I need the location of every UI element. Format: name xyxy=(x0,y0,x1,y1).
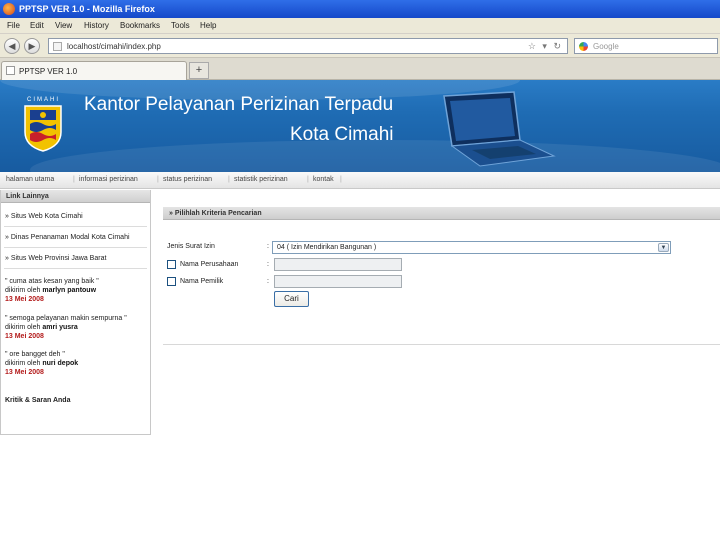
navigation-toolbar: ◀ ▶ localhost/cimahi/index.php ☆ ▾ ↻ Goo… xyxy=(0,34,720,58)
nama-pemilik-checkbox[interactable] xyxy=(167,277,176,286)
colon: : xyxy=(267,261,269,268)
jenis-surat-izin-select[interactable]: 04 ( Izin Mendirikan Bangunan ) ▼ xyxy=(272,241,671,254)
divider xyxy=(4,226,147,227)
address-bar[interactable]: localhost/cimahi/index.php ☆ ▾ ↻ xyxy=(48,38,568,54)
address-url[interactable]: localhost/cimahi/index.php xyxy=(67,42,161,51)
google-icon xyxy=(579,42,588,51)
nav-halaman-utama[interactable]: halaman utama xyxy=(6,176,54,183)
site-header-banner: CIMAHI Kantor Pelayanan Perizinan Terpad… xyxy=(0,80,720,172)
search-box[interactable]: Google xyxy=(574,38,718,54)
tab-favicon-icon xyxy=(6,66,15,75)
testimonial-item: " cuma atas kesan yang baik " dikirim ol… xyxy=(5,278,99,303)
colon: : xyxy=(267,278,269,285)
jenis-surat-izin-value: 04 ( Izin Mendirikan Bangunan ) xyxy=(277,244,377,251)
nama-pemilik-label: Nama Pemilik xyxy=(180,278,224,285)
site-navigation: halaman utama | informasi perizinan | st… xyxy=(0,172,720,189)
nama-perusahaan-checkbox[interactable] xyxy=(167,260,176,269)
menu-file[interactable]: File xyxy=(7,21,20,30)
sidebar-link-dinas-penanaman-modal[interactable]: » Dinas Penanaman Modal Kota Cimahi xyxy=(5,234,130,241)
bookmark-star-icon[interactable]: ☆ ▾ ↻ xyxy=(528,41,563,52)
laptop-illustration-icon xyxy=(443,91,556,167)
form-heading: » Pilihlah Kriteria Pencarian xyxy=(163,207,720,220)
cari-button[interactable]: Cari xyxy=(274,291,309,307)
forward-arrow-icon[interactable]: ▶ xyxy=(24,38,40,54)
sidebar: Link Lainnya » Situs Web Kota Cimahi » D… xyxy=(0,190,151,435)
menu-bar: File Edit View History Bookmarks Tools H… xyxy=(0,18,720,34)
nav-kontak[interactable]: kontak xyxy=(313,176,334,183)
colon: : xyxy=(267,243,269,250)
menu-history[interactable]: History xyxy=(84,21,109,30)
header-title-line1: Kantor Pelayanan Perizinan Terpadu xyxy=(84,94,394,115)
kota-cimahi-logo-icon xyxy=(24,105,62,152)
chevron-down-icon[interactable]: ▼ xyxy=(658,243,669,252)
firefox-icon xyxy=(3,3,15,15)
window-titlebar: PPTSP VER 1.0 - Mozilla Firefox xyxy=(0,0,720,18)
header-title-line2: Kota Cimahi xyxy=(290,124,394,145)
divider xyxy=(4,247,147,248)
sidebar-heading: Link Lainnya xyxy=(1,190,150,203)
tab-pptsp[interactable]: PPTSP VER 1.0 xyxy=(1,61,187,80)
nav-status-perizinan[interactable]: status perizinan xyxy=(163,176,212,183)
back-arrow-icon[interactable]: ◀ xyxy=(4,38,20,54)
kritik-saran-link[interactable]: Kritik & Saran Anda xyxy=(5,397,70,404)
sidebar-link-provinsi-jabar[interactable]: » Situs Web Provinsi Jawa Barat xyxy=(5,255,106,262)
menu-tools[interactable]: Tools xyxy=(171,21,190,30)
menu-view[interactable]: View xyxy=(55,21,72,30)
nama-perusahaan-input[interactable] xyxy=(274,258,402,271)
search-placeholder: Google xyxy=(593,42,619,51)
sidebar-link-situs-cimahi[interactable]: » Situs Web Kota Cimahi xyxy=(5,213,83,220)
tab-label: PPTSP VER 1.0 xyxy=(19,67,78,76)
menu-bookmarks[interactable]: Bookmarks xyxy=(120,21,160,30)
logo-city-label: CIMAHI xyxy=(27,97,60,103)
nama-perusahaan-label: Nama Perusahaan xyxy=(180,261,239,268)
menu-edit[interactable]: Edit xyxy=(30,21,44,30)
tab-bar: PPTSP VER 1.0 + xyxy=(0,58,720,80)
nav-informasi-perizinan[interactable]: informasi perizinan xyxy=(79,176,138,183)
divider xyxy=(4,268,147,269)
testimonial-item: " ore bangget deh " dikirim oleh nuri de… xyxy=(5,351,79,376)
search-form xyxy=(163,221,720,345)
nav-statistik-perizinan[interactable]: statistik perizinan xyxy=(234,176,288,183)
testimonial-item: " semoga pelayanan makin sempurna " diki… xyxy=(5,315,127,340)
jenis-surat-izin-label: Jenis Surat Izin xyxy=(167,243,215,250)
page-favicon-icon xyxy=(53,42,62,51)
window-title: PPTSP VER 1.0 - Mozilla Firefox xyxy=(19,4,155,14)
menu-help[interactable]: Help xyxy=(200,21,216,30)
new-tab-plus-icon[interactable]: + xyxy=(189,62,209,79)
nama-pemilik-input[interactable] xyxy=(274,275,402,288)
